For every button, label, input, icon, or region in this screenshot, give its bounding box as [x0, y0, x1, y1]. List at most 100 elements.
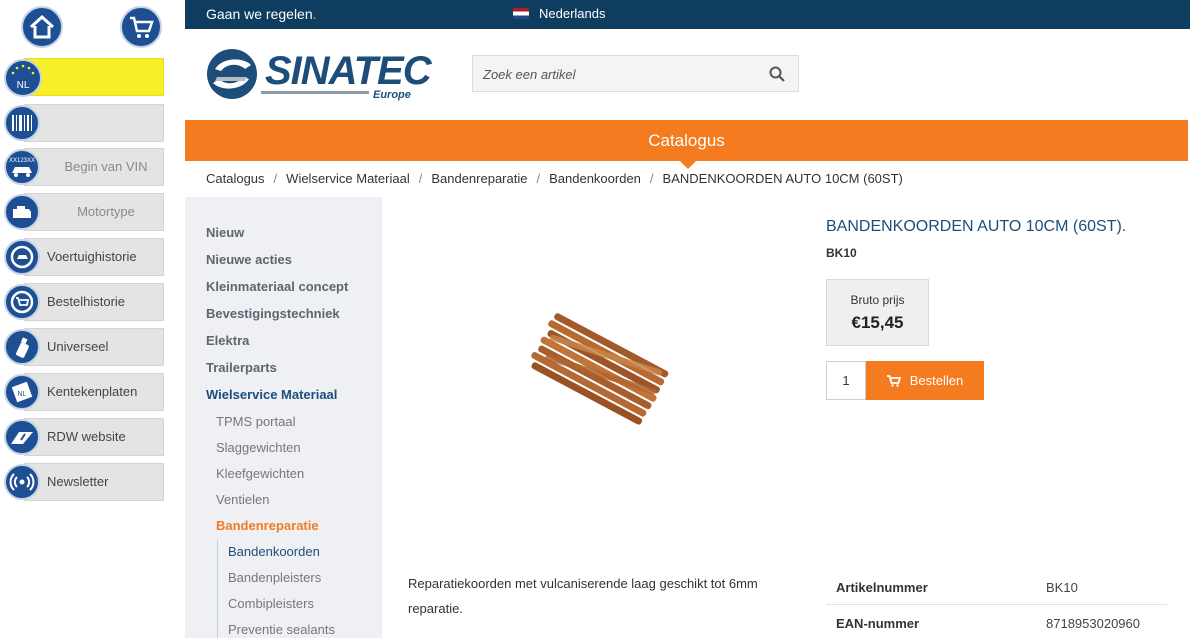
home-icon[interactable] [21, 6, 63, 48]
top-bar: Gaan we regelen. Nederlands [185, 0, 1190, 29]
price-box: Bruto prijs €15,45 [826, 279, 929, 346]
language-label: Nederlands [539, 6, 606, 21]
spray-bottle-icon [4, 329, 40, 365]
tree-subitem[interactable]: TPMS portaal [216, 414, 295, 429]
logo-underline [261, 91, 369, 94]
table-row: Artikelnummer BK10 [826, 569, 1167, 605]
specs-table: Artikelnummer BK10 EAN-nummer 8718953020… [826, 569, 1167, 638]
price-value: €15,45 [851, 313, 904, 332]
product-title: BANDENKOORDEN AUTO 10CM (60ST). [826, 218, 1127, 235]
sidebar-item-vin[interactable]: XX123XX Begin van VIN [4, 148, 164, 186]
dutch-flag-icon [513, 8, 529, 19]
category-tree: Nieuw Nieuwe acties Kleinmateriaal conce… [185, 197, 382, 638]
tree-item[interactable]: Kleinmateriaal concept [206, 279, 348, 294]
plate-text: NL [18, 391, 27, 398]
tree-leaf[interactable]: Bandenpleisters [228, 570, 321, 585]
breadcrumb-separator: / [418, 171, 423, 186]
breadcrumb: Catalogus / Wielservice Materiaal / Band… [206, 171, 903, 186]
sidebar-newsletter-label[interactable]: Newsletter [24, 463, 164, 501]
cart-icon [886, 374, 901, 387]
sidebar-license-plates-label[interactable]: Kentekenplaten [24, 373, 164, 411]
sidebar-item-barcode[interactable] [4, 104, 164, 142]
sidebar-item-license-plates[interactable]: NL Kentekenplaten [4, 373, 164, 411]
sidebar-vehicle-history-label[interactable]: Voertuighistorie [24, 238, 164, 276]
search-icon[interactable] [768, 65, 786, 83]
breadcrumb-item[interactable]: Bandenkoorden [549, 171, 641, 186]
breadcrumb-item[interactable]: Catalogus [206, 171, 265, 186]
logo-word: SINATEC [265, 49, 432, 93]
breadcrumb-item[interactable]: Wielservice Materiaal [286, 171, 410, 186]
sidebar-item-vehicle-history[interactable]: Voertuighistorie [4, 238, 164, 276]
broadcast-icon [4, 464, 40, 500]
country-badge: NL [17, 80, 30, 91]
spec-key: Artikelnummer [836, 580, 928, 595]
product-sku: BK10 [826, 246, 857, 260]
search-input[interactable]: Zoek een artikel [483, 67, 576, 82]
tree-subitem[interactable]: Kleefgewichten [216, 466, 304, 481]
legacy-sidebar: NL XX123XX Begin van VIN Motortype Voert… [0, 0, 172, 638]
sidebar-item-engine[interactable]: Motortype [4, 193, 164, 231]
sidebar-universal-label[interactable]: Universeel [24, 328, 164, 366]
tree-leaf[interactable]: Combipleisters [228, 596, 314, 611]
nav-notch [680, 161, 696, 169]
eu-flag-icon: NL [4, 59, 42, 97]
sidebar-item-newsletter[interactable]: Newsletter [4, 463, 164, 501]
breadcrumb-separator: / [536, 171, 541, 186]
sidebar-engine-label: Motortype [24, 193, 164, 231]
quantity-input[interactable]: 1 [826, 361, 866, 400]
site-header: SINATEC Europe Zoek een artikel [185, 29, 1190, 120]
tree-indent-line [217, 540, 218, 638]
search-box[interactable]: Zoek een artikel [472, 55, 799, 92]
logo-mark-icon [207, 49, 257, 99]
license-plate-icon: NL [4, 374, 40, 410]
engine-icon [4, 194, 40, 230]
sinatec-logo[interactable]: SINATEC Europe [205, 47, 432, 103]
cart-icon[interactable] [120, 6, 162, 48]
rdw-road-icon [4, 419, 40, 455]
catalog-nav[interactable]: Catalogus [185, 120, 1188, 169]
product-image[interactable] [520, 300, 675, 440]
tree-item[interactable]: Nieuwe acties [206, 252, 292, 267]
sidebar-barcode-button[interactable] [24, 104, 164, 142]
country-bar[interactable] [24, 58, 164, 96]
spec-value: 8718953020960 [1046, 616, 1140, 631]
tree-leaf-active[interactable]: Bandenkoorden [228, 544, 320, 559]
country-selector[interactable]: NL [4, 58, 164, 97]
tree-leaf[interactable]: Preventie sealants [228, 622, 335, 637]
spec-value: BK10 [1046, 580, 1078, 595]
order-button-label: Bestellen [909, 373, 964, 388]
breadcrumb-item[interactable]: Bandenreparatie [431, 171, 527, 186]
tagline: Gaan we regelen. [206, 6, 317, 22]
logo-subtext: Europe [373, 89, 411, 101]
tagline-text: Gaan we regelen [206, 6, 313, 22]
spec-key: EAN-nummer [836, 616, 920, 631]
table-row: EAN-nummer 8718953020960 [826, 605, 1167, 638]
sidebar-rdw-label[interactable]: RDW website [24, 418, 164, 456]
catalog-nav-label[interactable]: Catalogus [648, 131, 725, 150]
tree-item[interactable]: Elektra [206, 333, 249, 348]
sidebar-item-rdw[interactable]: RDW website [4, 418, 164, 456]
vin-car-icon: XX123XX [4, 149, 40, 185]
breadcrumb-separator: / [273, 171, 278, 186]
order-history-icon [4, 284, 40, 320]
tree-item[interactable]: Trailerparts [206, 360, 277, 375]
language-selector[interactable]: Nederlands [513, 6, 606, 21]
tree-item[interactable]: Bevestigingstechniek [206, 306, 340, 321]
tree-subitem[interactable]: Ventielen [216, 492, 270, 507]
tree-item-active[interactable]: Wielservice Materiaal [206, 387, 337, 402]
tree-subitem-active[interactable]: Bandenreparatie [216, 518, 319, 533]
product-description: Reparatiekoorden met vulcaniserende laag… [408, 576, 758, 616]
history-icon [4, 239, 40, 275]
breadcrumb-separator: / [649, 171, 654, 186]
tree-subitem[interactable]: Slaggewichten [216, 440, 301, 455]
sidebar-item-order-history[interactable]: Bestelhistorie [4, 283, 164, 321]
sidebar-top-icons [0, 6, 172, 50]
price-label: Bruto prijs [850, 293, 905, 307]
order-button[interactable]: Bestellen [866, 361, 984, 400]
sidebar-vin-label: Begin van VIN [24, 148, 164, 186]
barcode-icon [4, 105, 40, 141]
sidebar-item-universal[interactable]: Universeel [4, 328, 164, 366]
tagline-dot: . [312, 6, 317, 22]
sidebar-order-history-label[interactable]: Bestelhistorie [24, 283, 164, 321]
tree-item[interactable]: Nieuw [206, 225, 244, 240]
